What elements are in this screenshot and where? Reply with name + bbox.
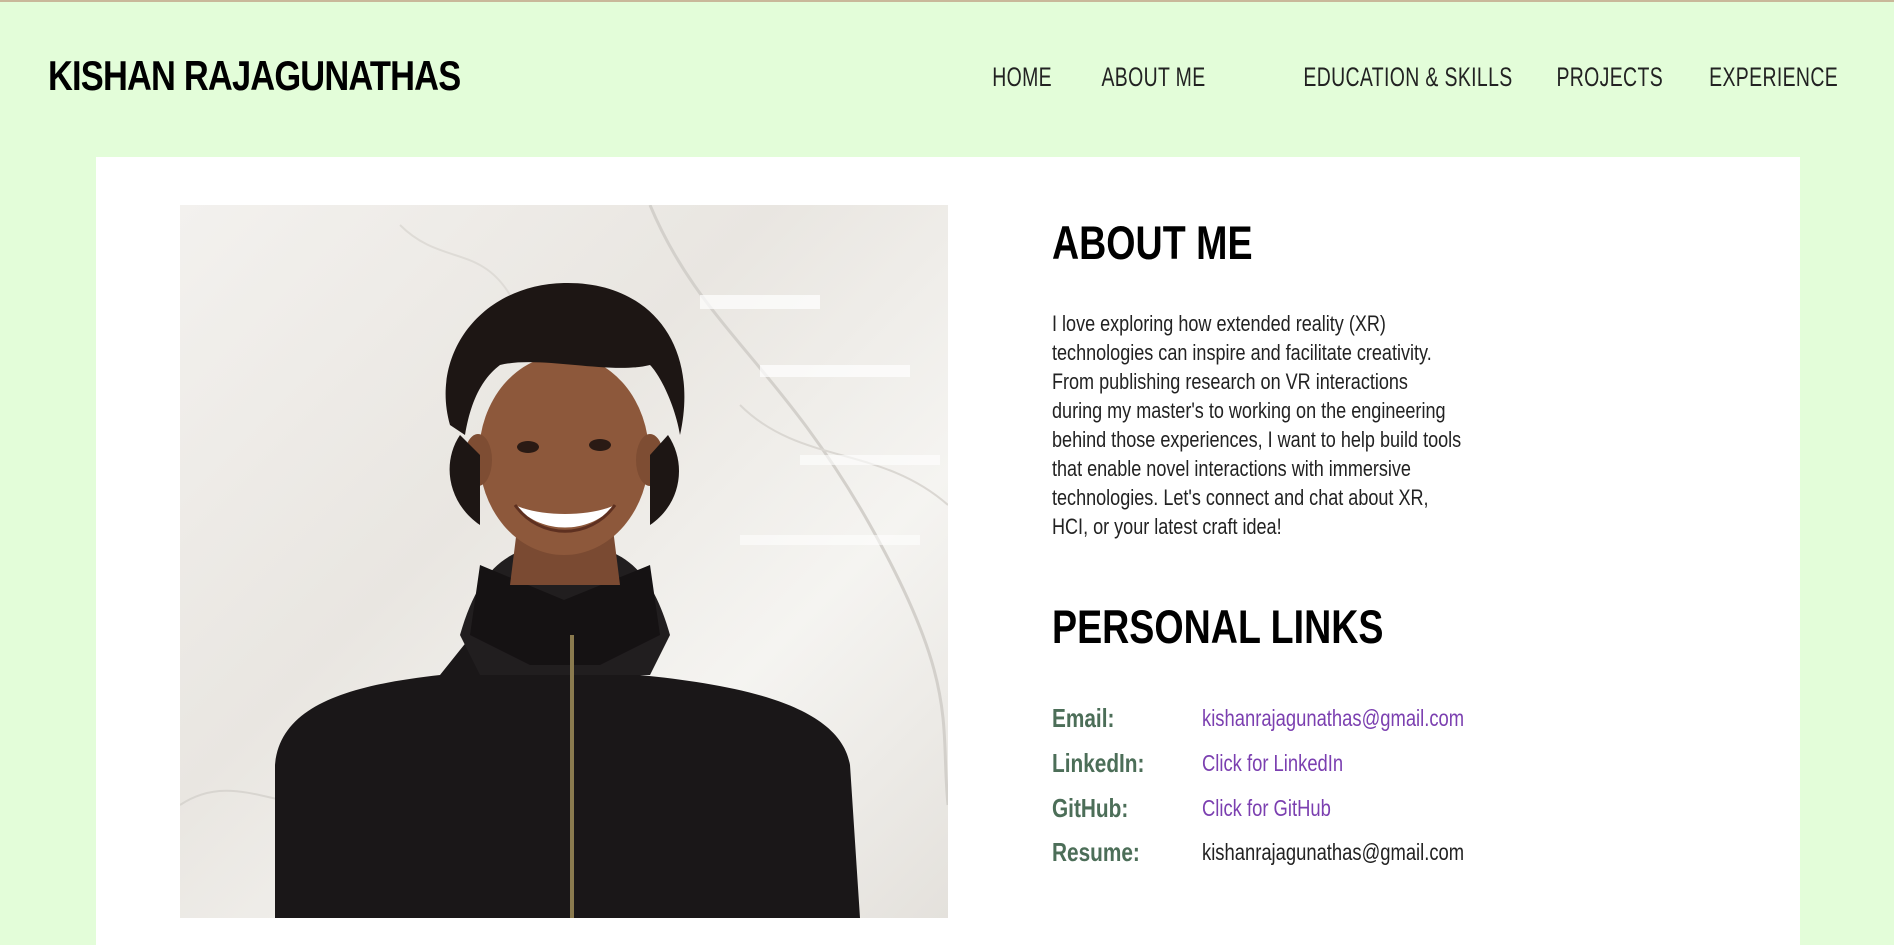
resume-label: Resume: — [1052, 837, 1140, 867]
linkedin-label: LinkedIn: — [1052, 748, 1145, 778]
github-row: GitHub: Click for GitHub — [1052, 793, 1612, 823]
nav-education-skills[interactable]: EDUCATION & SKILLS — [1304, 62, 1513, 93]
github-link[interactable]: Click for GitHub — [1202, 795, 1331, 822]
nav-home[interactable]: HOME — [992, 62, 1052, 93]
top-rule — [0, 0, 1894, 2]
nav-projects[interactable]: PROJECTS — [1556, 62, 1663, 93]
nav-about-me[interactable]: ABOUT ME — [1102, 62, 1206, 93]
site-title[interactable]: KISHAN RAJAGUNATHAS — [48, 52, 461, 100]
personal-links-heading: PERSONAL LINKS — [1052, 600, 1384, 653]
email-row: Email: kishanrajagunathas@gmail.com — [1052, 703, 1612, 733]
github-label: GitHub: — [1052, 793, 1129, 823]
nav-experience[interactable]: EXPERIENCE — [1709, 62, 1838, 93]
portrait-illustration — [180, 205, 948, 918]
about-text: I love exploring how extended reality (X… — [1052, 311, 1462, 539]
email-label: Email: — [1052, 703, 1115, 733]
linkedin-link[interactable]: Click for LinkedIn — [1202, 750, 1343, 777]
linkedin-row: LinkedIn: Click for LinkedIn — [1052, 748, 1612, 778]
content-card: ABOUT ME I love exploring how extended r… — [96, 157, 1800, 945]
email-link[interactable]: kishanrajagunathas@gmail.com — [1202, 705, 1464, 732]
profile-photo — [180, 205, 948, 918]
about-heading: ABOUT ME — [1052, 216, 1253, 269]
resume-row: Resume: kishanrajagunathas@gmail.com — [1052, 837, 1612, 867]
resume-value: kishanrajagunathas@gmail.com — [1202, 839, 1465, 865]
